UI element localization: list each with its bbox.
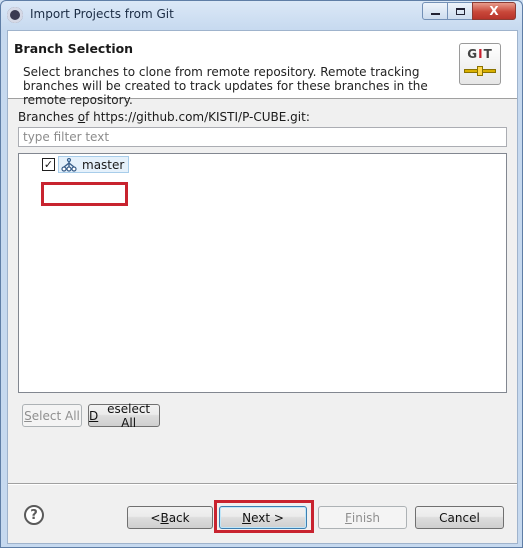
select-all-button[interactable]: Select All: [22, 404, 82, 427]
close-button[interactable]: X: [472, 2, 516, 20]
footer-separator: [8, 483, 517, 485]
finish-button[interactable]: Finish: [318, 506, 407, 529]
maximize-button[interactable]: [447, 2, 473, 20]
git-logo-knob: [477, 66, 483, 76]
dialog-content: Branch Selection Select branches to clon…: [7, 30, 518, 544]
window-title: Import Projects from Git: [30, 7, 174, 21]
help-icon[interactable]: ?: [24, 505, 44, 525]
filter-input[interactable]: [18, 127, 507, 147]
branch-item-master[interactable]: ✓ master: [41, 155, 132, 174]
branches-label: Branches of https://github.com/KISTI/P-C…: [18, 110, 310, 124]
next-button[interactable]: Next >: [219, 506, 307, 529]
minimize-button[interactable]: [422, 2, 448, 20]
page-description: Select branches to clone from remote rep…: [23, 65, 428, 107]
branch-checkbox-master[interactable]: ✓: [42, 158, 55, 171]
branch-icon: [61, 157, 77, 172]
window-controls: X: [422, 2, 516, 20]
cancel-button[interactable]: Cancel: [415, 506, 504, 529]
page-title: Branch Selection: [14, 41, 134, 56]
git-logo-icon: GIT: [459, 43, 501, 85]
branch-selection[interactable]: master: [58, 156, 130, 173]
checkmark-icon: ✓: [43, 158, 54, 171]
branch-tree[interactable]: ✓ master: [18, 153, 507, 393]
title-bar[interactable]: Import Projects from Git X: [1, 1, 522, 29]
minimize-icon: [430, 13, 440, 15]
back-button[interactable]: < Back: [127, 506, 213, 529]
wizard-banner: Branch Selection Select branches to clon…: [8, 31, 517, 107]
import-projects-dialog: Import Projects from Git X Branch Select…: [0, 0, 523, 548]
git-logo-text: GIT: [467, 47, 493, 61]
close-icon: X: [489, 4, 499, 18]
deselect-all-button[interactable]: Deselect All: [88, 402, 160, 430]
eclipse-app-icon: [7, 7, 23, 23]
maximize-icon: [455, 7, 465, 15]
branch-label: master: [82, 157, 125, 172]
